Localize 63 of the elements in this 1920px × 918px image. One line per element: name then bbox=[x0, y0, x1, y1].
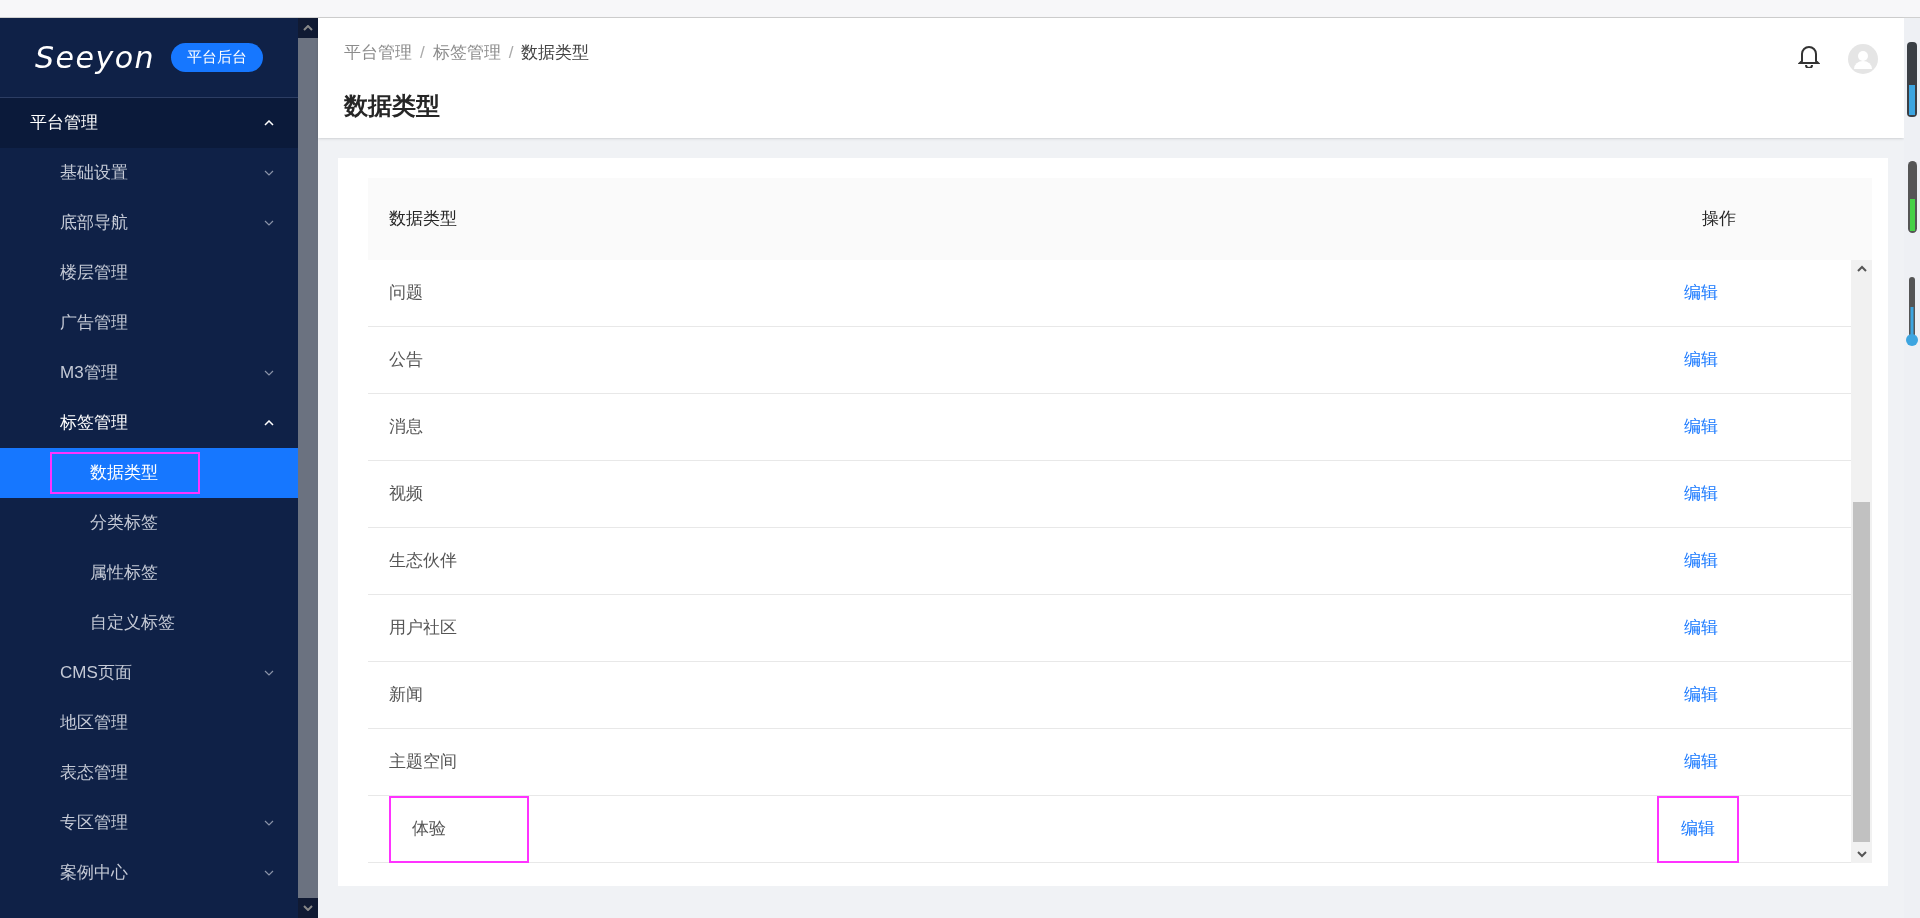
edit-link[interactable]: 编辑 bbox=[1684, 749, 1718, 775]
chevron-down-icon bbox=[264, 370, 274, 376]
sidebar-scrollbar[interactable] bbox=[298, 18, 318, 918]
sidebar-item[interactable]: M3管理 bbox=[0, 348, 298, 398]
sidebar-item[interactable]: 表态管理 bbox=[0, 748, 298, 798]
sidebar-item[interactable]: 广告管理 bbox=[0, 298, 298, 348]
table-cell-text: 用户社区 bbox=[389, 617, 457, 640]
page-title: 数据类型 bbox=[344, 90, 441, 121]
scroll-up-icon[interactable] bbox=[303, 25, 313, 31]
table-cell-text: 新闻 bbox=[389, 684, 423, 707]
sidebar-item[interactable]: 标签管理 bbox=[0, 398, 298, 448]
table-cell-text: 公告 bbox=[389, 349, 423, 372]
chevron-up-icon bbox=[264, 120, 274, 126]
breadcrumb-link[interactable]: 平台管理 bbox=[344, 40, 412, 66]
sidebar-item[interactable]: 底部导航 bbox=[0, 198, 298, 248]
table-cell-text: 生态伙伴 bbox=[389, 550, 457, 573]
table-scrollbar[interactable] bbox=[1851, 260, 1872, 863]
bell-icon[interactable] bbox=[1798, 44, 1820, 68]
sidebar-item[interactable]: 属性标签 bbox=[0, 548, 298, 598]
meter-gadget-icon bbox=[1907, 42, 1917, 117]
sidebar-item[interactable]: 楼层管理 bbox=[0, 248, 298, 298]
scroll-down-icon[interactable] bbox=[303, 905, 313, 911]
chevron-down-icon bbox=[264, 170, 274, 176]
table-cell-text: 视频 bbox=[389, 483, 423, 506]
sidebar-item[interactable]: 基础设置 bbox=[0, 148, 298, 198]
edit-link[interactable]: 编辑 bbox=[1684, 682, 1718, 708]
breadcrumb-separator: / bbox=[508, 42, 514, 64]
sidebar-item[interactable]: 分类标签 bbox=[0, 498, 298, 548]
sidebar-item[interactable]: 自定义标签 bbox=[0, 598, 298, 648]
edit-link[interactable]: 编辑 bbox=[1684, 481, 1718, 507]
breadcrumb-current: 数据类型 bbox=[521, 42, 590, 64]
scroll-up-icon[interactable] bbox=[1856, 265, 1867, 272]
table-cell-text: 主题空间 bbox=[389, 751, 457, 774]
chevron-up-icon bbox=[264, 420, 274, 426]
logo: Seeyon bbox=[34, 39, 156, 77]
platform-badge: 平台后台 bbox=[171, 43, 264, 72]
chevron-down-icon bbox=[264, 870, 274, 876]
edit-link[interactable]: 编辑 bbox=[1657, 795, 1739, 863]
breadcrumb-separator: / bbox=[420, 42, 425, 64]
sidebar-item[interactable]: CMS页面 bbox=[0, 648, 298, 698]
battery-gadget-icon bbox=[1907, 161, 1917, 233]
chevron-down-icon bbox=[264, 220, 274, 226]
sidebar-item[interactable]: 案例中心 bbox=[0, 848, 298, 898]
column-header: 操作 bbox=[1702, 208, 1736, 231]
scroll-thumb[interactable] bbox=[1853, 502, 1870, 842]
chevron-down-icon bbox=[264, 820, 274, 826]
chevron-down-icon bbox=[264, 670, 274, 676]
edit-link[interactable]: 编辑 bbox=[1684, 414, 1718, 440]
scroll-down-icon[interactable] bbox=[1856, 851, 1867, 858]
thermometer-icon bbox=[1906, 277, 1918, 347]
sidebar-item[interactable]: 平台管理 bbox=[0, 98, 298, 148]
edit-link[interactable]: 编辑 bbox=[1684, 347, 1718, 373]
table-cell-text: 问题 bbox=[389, 282, 423, 305]
column-header: 数据类型 bbox=[389, 208, 457, 231]
sidebar-item[interactable]: 专区管理 bbox=[0, 798, 298, 848]
breadcrumb-link[interactable]: 标签管理 bbox=[432, 40, 501, 66]
sidebar-item[interactable]: 地区管理 bbox=[0, 698, 298, 748]
edit-link[interactable]: 编辑 bbox=[1684, 548, 1718, 574]
edit-link[interactable]: 编辑 bbox=[1684, 615, 1718, 641]
table-cell: 体验 bbox=[389, 795, 529, 863]
sidebar-item[interactable]: 数据类型 bbox=[0, 448, 298, 498]
table-cell-text: 消息 bbox=[389, 416, 423, 439]
edit-link[interactable]: 编辑 bbox=[1684, 280, 1718, 306]
